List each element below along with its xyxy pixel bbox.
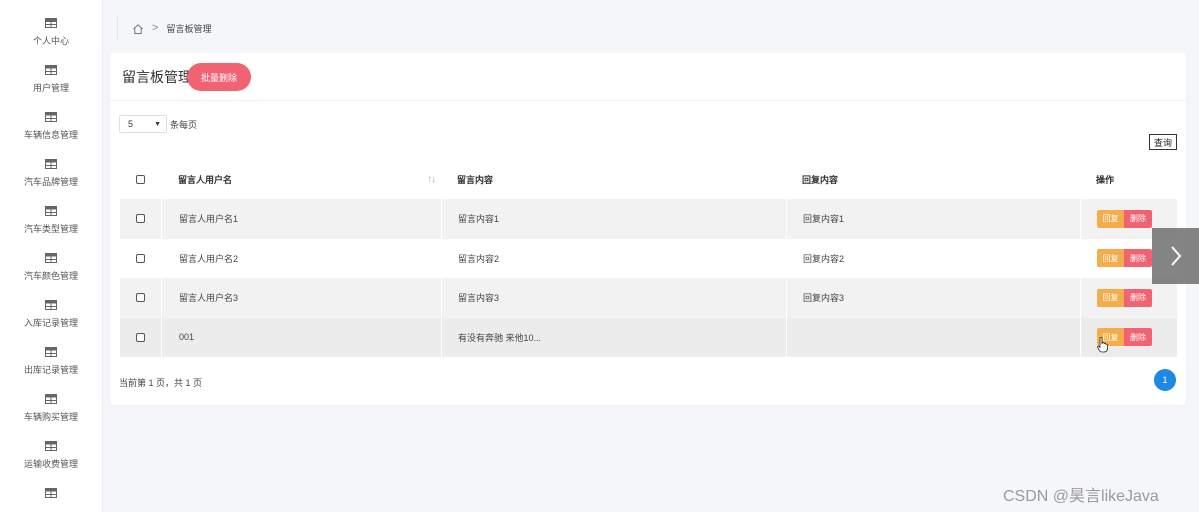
cell-username: 留言人用户名1 (161, 199, 441, 239)
table-row: 001 有没有奔驰 来他10... 回复 删除 (120, 317, 1177, 358)
sidebar-item-vehicle-info[interactable]: 车辆信息管理 (0, 94, 102, 141)
grid-icon (45, 394, 57, 404)
header-label: 留言人用户名 (178, 175, 233, 185)
topbar: > 留言板管理 (103, 0, 1199, 54)
cell-username: 留言人用户名3 (161, 278, 441, 318)
batch-delete-button[interactable]: 批量删除 (187, 63, 251, 91)
grid-icon (45, 159, 57, 169)
breadcrumb-separator: > (152, 22, 159, 34)
hand-cursor-icon (1097, 337, 1109, 358)
sidebar-item-purchase[interactable]: 车辆购买管理 (0, 376, 102, 423)
delete-button[interactable]: 删除 (1124, 288, 1152, 307)
sidebar-item-label: 汽车颜色管理 (23, 271, 78, 281)
table-row: 留言人用户名1 留言内容1 回复内容1 回复 删除 (120, 199, 1177, 239)
table-row: 留言人用户名2 留言内容2 回复内容2 回复 删除 (120, 238, 1177, 279)
grid-icon (45, 300, 57, 310)
card-header: 留言板管理 批量删除 (110, 53, 1186, 101)
table-header-row: 留言人用户名 ↑↓ 留言内容 回复内容 操作 (120, 160, 1177, 199)
delete-button[interactable]: 删除 (1124, 209, 1152, 228)
grid-icon (45, 441, 57, 451)
chevron-down-icon: ▼ (154, 120, 161, 128)
cell-actions: 回复 删除 (1080, 317, 1177, 357)
sidebar-item-transport-fee[interactable]: 运输收费管理 (0, 423, 102, 470)
page-size-suffix: 条每页 (170, 119, 198, 130)
sidebar-item-label: 用户管理 (32, 83, 69, 93)
pagination-info: 当前第 1 页，共 1 页 (119, 378, 203, 388)
delete-button[interactable]: 删除 (1124, 249, 1152, 268)
sidebar-item-label: 汽车类型管理 (23, 224, 78, 234)
row-checkbox-cell (120, 239, 161, 279)
reply-button[interactable]: 回复 (1097, 249, 1124, 268)
table-row: 留言人用户名3 留言内容3 回复内容3 回复 删除 (120, 278, 1177, 318)
grid-icon (45, 488, 57, 498)
sidebar-item-brand[interactable]: 汽车品牌管理 (0, 141, 102, 188)
page-size-control: 5 ▼ 条每页 (119, 115, 197, 133)
grid-icon (45, 65, 57, 75)
sidebar-item-label: 汽车品牌管理 (23, 177, 78, 187)
sidebar-item-label: 运输收费管理 (23, 459, 78, 469)
cell-content: 留言内容1 (441, 199, 786, 239)
sidebar: 个人中心 用户管理 车辆信息管理 汽车品牌管理 汽车类型管理 汽车颜色管理 入库… (0, 0, 103, 512)
message-table: 留言人用户名 ↑↓ 留言内容 回复内容 操作 留言人用户名1 留言内容1 回复内… (120, 160, 1177, 357)
sidebar-item-label: 入库记录管理 (23, 318, 78, 328)
grid-icon (45, 18, 57, 28)
header-checkbox-cell (120, 160, 161, 199)
reply-button[interactable]: 回复 (1097, 209, 1124, 228)
row-actions: 回复 删除 (1097, 209, 1152, 228)
watermark: CSDN @昊言likeJava (1003, 488, 1159, 505)
page-size-value: 5 (128, 119, 134, 129)
row-checkbox-cell (120, 278, 161, 318)
cell-reply (786, 317, 1080, 357)
header-actions: 操作 (1096, 175, 1115, 185)
sidebar-item-personal-center[interactable]: 个人中心 (0, 0, 102, 47)
header-reply: 回复内容 (802, 175, 839, 185)
grid-icon (45, 253, 57, 263)
row-actions: 回复 删除 (1097, 249, 1152, 268)
cell-reply: 回复内容3 (786, 278, 1080, 318)
sort-icon[interactable]: ↑↓ (427, 174, 436, 185)
header-content: 留言内容 (457, 175, 494, 185)
row-checkbox[interactable] (136, 214, 145, 224)
sidebar-item-inbound[interactable]: 入库记录管理 (0, 282, 102, 329)
reply-button[interactable]: 回复 (1097, 288, 1124, 307)
sidebar-item-label: 出库记录管理 (23, 365, 78, 375)
delete-button[interactable]: 删除 (1124, 328, 1152, 347)
sidebar-item-label: 车辆信息管理 (23, 130, 78, 140)
breadcrumb: > 留言板管理 (117, 16, 211, 40)
sidebar-item-label: 个人中心 (32, 36, 69, 46)
grid-icon (45, 347, 57, 357)
cell-username: 001 (161, 317, 441, 357)
grid-icon (45, 206, 57, 216)
sidebar-item-type[interactable]: 汽车类型管理 (0, 188, 102, 235)
cell-content: 留言内容2 (441, 238, 786, 278)
sidebar-item-color[interactable]: 汽车颜色管理 (0, 235, 102, 282)
home-icon[interactable] (132, 22, 144, 34)
cell-username: 留言人用户名2 (161, 238, 441, 278)
next-slide-button[interactable] (1152, 228, 1199, 284)
query-button[interactable]: 查询 (1149, 134, 1177, 150)
breadcrumb-current: 留言板管理 (166, 23, 212, 34)
main-card: 留言板管理 批量删除 5 ▼ 条每页 查询 留言人用户名 ↑↓ 留言内容 回复内… (110, 53, 1186, 405)
sidebar-item-user-management[interactable]: 用户管理 (0, 47, 102, 94)
row-checkbox-cell (120, 199, 161, 239)
grid-icon (45, 112, 57, 122)
row-checkbox[interactable] (136, 253, 145, 263)
sidebar-item-label: 车辆购买管理 (23, 412, 78, 422)
row-checkbox[interactable] (136, 293, 145, 303)
header-username[interactable]: 留言人用户名 ↑↓ (161, 160, 441, 199)
pagination-page-1[interactable]: 1 (1154, 369, 1176, 391)
sidebar-item-outbound[interactable]: 出库记录管理 (0, 329, 102, 376)
select-all-checkbox[interactable] (136, 175, 145, 184)
page-title: 留言板管理 (122, 68, 192, 85)
row-checkbox[interactable] (136, 332, 145, 342)
cell-content: 有没有奔驰 来他10... (441, 317, 786, 357)
row-checkbox-cell (120, 318, 161, 358)
row-actions: 回复 删除 (1097, 288, 1152, 307)
cell-reply: 回复内容1 (786, 199, 1080, 239)
cell-reply: 回复内容2 (786, 238, 1080, 278)
sidebar-item-more[interactable] (0, 470, 102, 512)
page-size-select[interactable]: 5 ▼ (119, 115, 167, 133)
chevron-right-icon (1170, 246, 1181, 266)
cell-content: 留言内容3 (441, 278, 786, 318)
